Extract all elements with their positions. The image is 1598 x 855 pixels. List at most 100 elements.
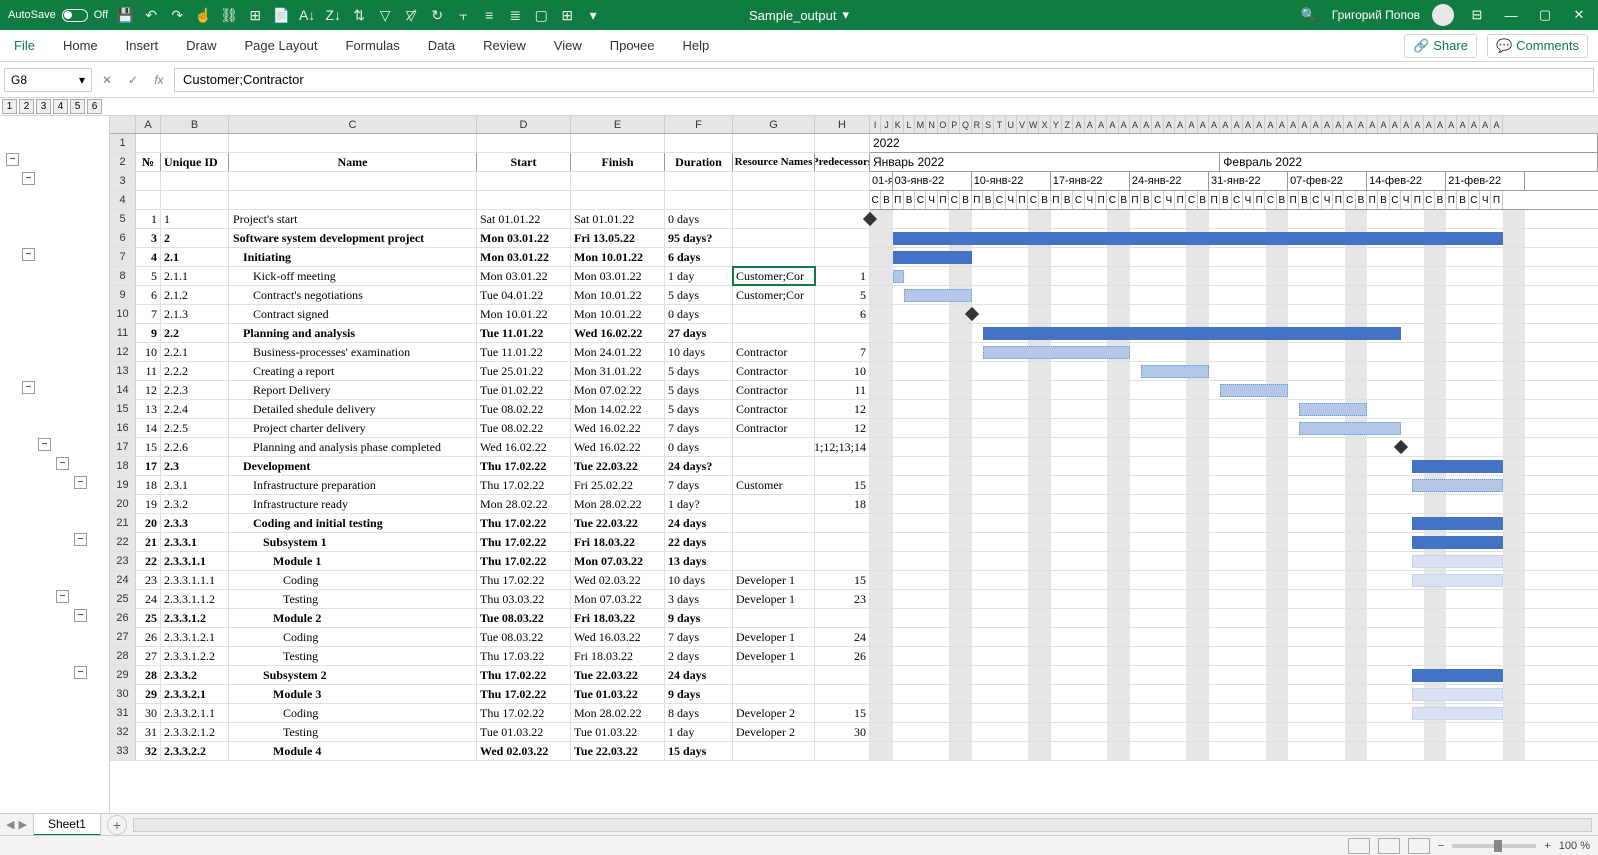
gantt-bar[interactable] (893, 232, 1503, 245)
cell-finish[interactable]: Fri 18.03.22 (571, 609, 665, 627)
cell-finish[interactable]: Wed 16.02.22 (571, 419, 665, 437)
gantt-bar[interactable] (1412, 688, 1502, 701)
cell-pred[interactable] (815, 457, 870, 475)
cell-resources[interactable] (733, 514, 815, 532)
col-tiny[interactable]: A (1344, 116, 1355, 133)
gantt-bar[interactable] (1412, 669, 1502, 682)
row-header[interactable]: 29 (110, 666, 136, 684)
row-header[interactable]: 17 (110, 438, 136, 456)
col-tiny[interactable]: A (1164, 116, 1175, 133)
cell-pred[interactable]: 6 (815, 305, 870, 323)
row-header[interactable]: 26 (110, 609, 136, 627)
row-header[interactable]: 5 (110, 210, 136, 228)
gantt-bar[interactable] (1412, 574, 1502, 587)
cell-pred[interactable] (815, 666, 870, 684)
col-tiny[interactable]: M (915, 116, 926, 133)
reapply-icon[interactable]: ↻ (428, 6, 446, 24)
cell-no[interactable]: 15 (136, 438, 161, 456)
cell-resources[interactable]: Developer 2 (733, 704, 815, 722)
cell-no[interactable]: 13 (136, 400, 161, 418)
cell-name[interactable]: Coding (229, 704, 477, 722)
cell-start[interactable]: Sat 01.01.22 (477, 210, 571, 228)
cell-no[interactable]: 9 (136, 324, 161, 342)
borders-icon[interactable]: ⊞ (246, 6, 264, 24)
col-tiny[interactable]: L (904, 116, 915, 133)
cell-resources[interactable] (733, 609, 815, 627)
cell-start[interactable]: Thu 17.02.22 (477, 685, 571, 703)
cell-start[interactable]: Mon 10.01.22 (477, 305, 571, 323)
cell-uid[interactable]: 2.1.3 (161, 305, 229, 323)
col-tiny[interactable]: A (1186, 116, 1197, 133)
comments-button[interactable]: 💬Comments (1487, 34, 1588, 58)
row-header[interactable]: 7 (110, 248, 136, 266)
sheet-prev-icon[interactable]: ▶ (18, 818, 26, 831)
undo-icon[interactable]: ↶ (142, 6, 160, 24)
col-tiny[interactable]: Y (1051, 116, 1062, 133)
col-tiny[interactable]: S (983, 116, 994, 133)
cell-resources[interactable] (733, 229, 815, 247)
box-icon[interactable]: ▢ (532, 6, 550, 24)
cell-pred[interactable] (815, 210, 870, 228)
cell-pred[interactable]: 30 (815, 723, 870, 741)
col-tiny[interactable]: A (1299, 116, 1310, 133)
cell-uid[interactable]: 2.3.3.2.2 (161, 742, 229, 760)
outline-toggle[interactable]: − (56, 457, 69, 470)
row-header[interactable]: 19 (110, 476, 136, 494)
cell-resources[interactable]: Developer 1 (733, 571, 815, 589)
cell-resources[interactable] (733, 248, 815, 266)
search-icon[interactable]: 🔍 (1298, 4, 1320, 26)
cell-uid[interactable]: 2.1.1 (161, 267, 229, 285)
cell-no[interactable]: 30 (136, 704, 161, 722)
cell-finish[interactable]: Wed 02.03.22 (571, 571, 665, 589)
cell-uid[interactable]: 2.3.3.1.1 (161, 552, 229, 570)
cell-finish[interactable]: Mon 28.02.22 (571, 704, 665, 722)
cell-name[interactable]: Planning and analysis phase completed (229, 438, 477, 456)
cell-uid[interactable]: 2.3.3.1.2.2 (161, 647, 229, 665)
cell-uid[interactable]: 2.3.3.1.1.1 (161, 571, 229, 589)
cell-no[interactable]: 18 (136, 476, 161, 494)
cell-start[interactable]: Thu 03.03.22 (477, 590, 571, 608)
cell-duration[interactable]: 8 days (665, 704, 733, 722)
cell-duration[interactable]: 7 days (665, 628, 733, 646)
cell-start[interactable]: Thu 17.02.22 (477, 476, 571, 494)
cell-name[interactable]: Planning and analysis (229, 324, 477, 342)
col-E[interactable]: E (571, 116, 665, 133)
gantt-bar[interactable] (1141, 365, 1209, 378)
outline-toggle[interactable]: − (74, 533, 87, 546)
cell-name[interactable]: Infrastructure ready (229, 495, 477, 513)
formula-input[interactable]: Customer;Contractor (174, 68, 1594, 92)
tab-view[interactable]: View (540, 30, 596, 61)
cell-finish[interactable]: Mon 28.02.22 (571, 495, 665, 513)
cell-finish[interactable]: Fri 18.03.22 (571, 533, 665, 551)
tab-help[interactable]: Help (669, 30, 724, 61)
col-tiny[interactable]: A (1480, 116, 1491, 133)
cell-start[interactable]: Wed 02.03.22 (477, 742, 571, 760)
outline-level-2[interactable]: 2 (19, 99, 34, 114)
cell-start[interactable]: Tue 25.01.22 (477, 362, 571, 380)
cell-pred[interactable] (815, 742, 870, 760)
cell-resources[interactable]: Developer 2 (733, 723, 815, 741)
col-tiny[interactable]: A (1220, 116, 1231, 133)
cell-name[interactable]: Project charter delivery (229, 419, 477, 437)
cell-no[interactable]: 31 (136, 723, 161, 741)
cell-duration[interactable]: 24 days (665, 666, 733, 684)
col-tiny[interactable]: A (1311, 116, 1322, 133)
col-tiny[interactable]: Q (960, 116, 971, 133)
cell-duration[interactable]: 24 days? (665, 457, 733, 475)
cell-resources[interactable]: Contractor (733, 381, 815, 399)
col-tiny[interactable]: X (1039, 116, 1050, 133)
row-header[interactable]: 33 (110, 742, 136, 760)
col-tiny[interactable]: Z (1062, 116, 1073, 133)
col-tiny[interactable]: A (1198, 116, 1209, 133)
cell-start[interactable]: Thu 17.02.22 (477, 666, 571, 684)
cell-finish[interactable]: Tue 22.03.22 (571, 457, 665, 475)
tab-file[interactable]: File (0, 30, 49, 61)
cell-name[interactable]: Testing (229, 647, 477, 665)
row-header[interactable]: 25 (110, 590, 136, 608)
cell-no[interactable]: 26 (136, 628, 161, 646)
cell-name[interactable]: Creating a report (229, 362, 477, 380)
col-tiny[interactable]: A (1254, 116, 1265, 133)
gantt-bar[interactable] (1412, 536, 1502, 549)
cell-start[interactable]: Mon 28.02.22 (477, 495, 571, 513)
col-tiny[interactable]: A (1446, 116, 1457, 133)
